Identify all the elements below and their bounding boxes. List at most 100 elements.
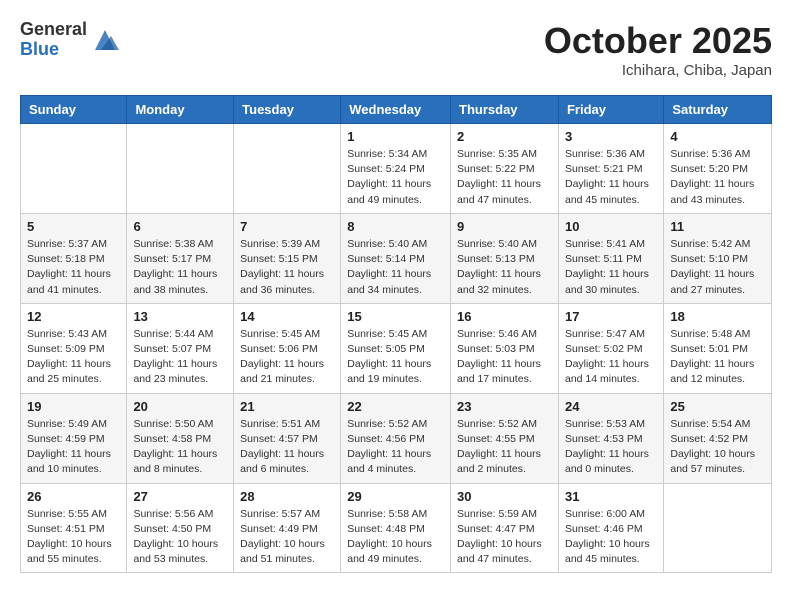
day-info: Sunrise: 6:00 AM Sunset: 4:46 PM Dayligh… [565,507,657,568]
day-number: 4 [670,129,765,144]
day-info: Sunrise: 5:36 AM Sunset: 5:21 PM Dayligh… [565,147,657,208]
weekday-header: Sunday [21,96,127,124]
day-number: 5 [27,219,120,234]
day-number: 27 [133,489,227,504]
calendar-day-cell [234,124,341,214]
day-number: 19 [27,399,120,414]
calendar-header-row: SundayMondayTuesdayWednesdayThursdayFrid… [21,96,772,124]
day-info: Sunrise: 5:35 AM Sunset: 5:22 PM Dayligh… [457,147,552,208]
day-number: 23 [457,399,552,414]
day-number: 16 [457,309,552,324]
day-number: 22 [347,399,444,414]
calendar-day-cell: 24 Sunrise: 5:53 AM Sunset: 4:53 PM Dayli… [558,393,663,483]
calendar-day-cell: 20Sunrise: 5:50 AM Sunset: 4:58 PM Dayli… [127,393,234,483]
day-info: Sunrise: 5:53 AM Sunset: 4:53 PM Dayligh… [565,417,657,478]
day-number: 14 [240,309,334,324]
calendar-day-cell: 11 Sunrise: 5:42 AM Sunset: 5:10 PM Dayli… [664,213,772,303]
calendar-day-cell: 12 Sunrise: 5:43 AM Sunset: 5:09 PM Dayli… [21,303,127,393]
weekday-header: Monday [127,96,234,124]
day-info: Sunrise: 5:34 AM Sunset: 5:24 PM Dayligh… [347,147,444,208]
day-info: Sunrise: 5:48 AM Sunset: 5:01 PM Dayligh… [670,327,765,388]
title-block: October 2025 Ichihara, Chiba, Japan [544,20,772,79]
day-number: 17 [565,309,657,324]
day-number: 12 [27,309,120,324]
calendar-day-cell: 5 Sunrise: 5:37 AM Sunset: 5:18 PM Daylig… [21,213,127,303]
day-number: 1 [347,129,444,144]
day-number: 21 [240,399,334,414]
day-info: Sunrise: 5:44 AM Sunset: 5:07 PM Dayligh… [133,327,227,388]
day-number: 10 [565,219,657,234]
calendar-day-cell: 30 Sunrise: 5:59 AM Sunset: 4:47 PM Dayli… [451,483,559,573]
day-number: 26 [27,489,120,504]
weekday-header: Saturday [664,96,772,124]
day-info: Sunrise: 5:55 AM Sunset: 4:51 PM Dayligh… [27,507,120,568]
day-info: Sunrise: 5:47 AM Sunset: 5:02 PM Dayligh… [565,327,657,388]
day-number: 9 [457,219,552,234]
day-info: Sunrise: 5:50 AM Sunset: 4:58 PM Dayligh… [133,417,227,478]
day-info: Sunrise: 5:37 AM Sunset: 5:18 PM Dayligh… [27,237,120,298]
day-info: Sunrise: 5:54 AM Sunset: 4:52 PM Dayligh… [670,417,765,478]
day-info: Sunrise: 5:38 AM Sunset: 5:17 PM Dayligh… [133,237,227,298]
day-info: Sunrise: 5:59 AM Sunset: 4:47 PM Dayligh… [457,507,552,568]
logo-blue-text: Blue [20,40,87,60]
day-info: Sunrise: 5:57 AM Sunset: 4:49 PM Dayligh… [240,507,334,568]
calendar-day-cell: 10Sunrise: 5:41 AM Sunset: 5:11 PM Dayli… [558,213,663,303]
calendar-day-cell [127,124,234,214]
calendar-day-cell: 18 Sunrise: 5:48 AM Sunset: 5:01 PM Dayli… [664,303,772,393]
calendar-day-cell: 7Sunrise: 5:39 AM Sunset: 5:15 PM Daylig… [234,213,341,303]
calendar-week-row: 5 Sunrise: 5:37 AM Sunset: 5:18 PM Daylig… [21,213,772,303]
day-info: Sunrise: 5:43 AM Sunset: 5:09 PM Dayligh… [27,327,120,388]
calendar-week-row: 12 Sunrise: 5:43 AM Sunset: 5:09 PM Dayli… [21,303,772,393]
calendar-day-cell: 8 Sunrise: 5:40 AM Sunset: 5:14 PM Daylig… [341,213,451,303]
page-header: General Blue October 2025 Ichihara, Chib… [20,20,772,79]
day-number: 18 [670,309,765,324]
day-number: 8 [347,219,444,234]
logo-general-text: General [20,20,87,40]
calendar-day-cell: 15 Sunrise: 5:45 AM Sunset: 5:05 PM Dayli… [341,303,451,393]
calendar-day-cell: 9 Sunrise: 5:40 AM Sunset: 5:13 PM Daylig… [451,213,559,303]
day-number: 13 [133,309,227,324]
calendar-day-cell: 31 Sunrise: 6:00 AM Sunset: 4:46 PM Dayli… [558,483,663,573]
day-info: Sunrise: 5:52 AM Sunset: 4:56 PM Dayligh… [347,417,444,478]
calendar-table: SundayMondayTuesdayWednesdayThursdayFrid… [20,95,772,573]
calendar-day-cell: 26 Sunrise: 5:55 AM Sunset: 4:51 PM Dayli… [21,483,127,573]
day-number: 15 [347,309,444,324]
day-info: Sunrise: 5:40 AM Sunset: 5:14 PM Dayligh… [347,237,444,298]
logo-icon [91,26,119,54]
calendar-week-row: 1 Sunrise: 5:34 AM Sunset: 5:24 PM Daylig… [21,124,772,214]
calendar-day-cell: 17 Sunrise: 5:47 AM Sunset: 5:02 PM Dayli… [558,303,663,393]
calendar-day-cell: 22 Sunrise: 5:52 AM Sunset: 4:56 PM Dayli… [341,393,451,483]
day-info: Sunrise: 5:51 AM Sunset: 4:57 PM Dayligh… [240,417,334,478]
weekday-header: Thursday [451,96,559,124]
calendar-week-row: 19Sunrise: 5:49 AM Sunset: 4:59 PM Dayli… [21,393,772,483]
day-number: 31 [565,489,657,504]
day-info: Sunrise: 5:40 AM Sunset: 5:13 PM Dayligh… [457,237,552,298]
day-info: Sunrise: 5:39 AM Sunset: 5:15 PM Dayligh… [240,237,334,298]
month-title: October 2025 [544,20,772,62]
calendar-week-row: 26 Sunrise: 5:55 AM Sunset: 4:51 PM Dayli… [21,483,772,573]
calendar-day-cell [21,124,127,214]
calendar-day-cell: 6Sunrise: 5:38 AM Sunset: 5:17 PM Daylig… [127,213,234,303]
calendar-day-cell: 27Sunrise: 5:56 AM Sunset: 4:50 PM Dayli… [127,483,234,573]
day-info: Sunrise: 5:45 AM Sunset: 5:06 PM Dayligh… [240,327,334,388]
day-number: 11 [670,219,765,234]
day-info: Sunrise: 5:42 AM Sunset: 5:10 PM Dayligh… [670,237,765,298]
weekday-header: Wednesday [341,96,451,124]
day-number: 30 [457,489,552,504]
day-info: Sunrise: 5:45 AM Sunset: 5:05 PM Dayligh… [347,327,444,388]
calendar-day-cell: 29 Sunrise: 5:58 AM Sunset: 4:48 PM Dayli… [341,483,451,573]
day-number: 24 [565,399,657,414]
calendar-day-cell: 3 Sunrise: 5:36 AM Sunset: 5:21 PM Daylig… [558,124,663,214]
day-number: 28 [240,489,334,504]
day-info: Sunrise: 5:58 AM Sunset: 4:48 PM Dayligh… [347,507,444,568]
logo: General Blue [20,20,119,60]
day-number: 29 [347,489,444,504]
day-number: 2 [457,129,552,144]
calendar-day-cell: 25Sunrise: 5:54 AM Sunset: 4:52 PM Dayli… [664,393,772,483]
location: Ichihara, Chiba, Japan [544,62,772,79]
day-info: Sunrise: 5:46 AM Sunset: 5:03 PM Dayligh… [457,327,552,388]
weekday-header: Friday [558,96,663,124]
day-number: 3 [565,129,657,144]
calendar-day-cell: 4Sunrise: 5:36 AM Sunset: 5:20 PM Daylig… [664,124,772,214]
calendar-day-cell: 13 Sunrise: 5:44 AM Sunset: 5:07 PM Dayli… [127,303,234,393]
